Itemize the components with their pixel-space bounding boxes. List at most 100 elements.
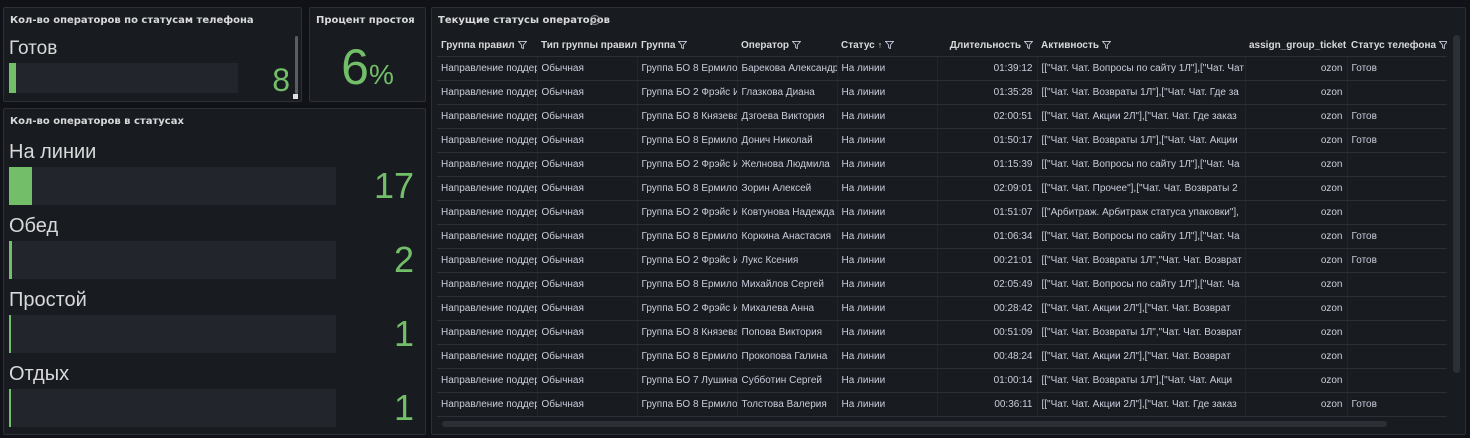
table-row[interactable]: Направление поддержкиОбычнаяГруппа БО 2 … [437,152,1447,177]
table-row[interactable]: Направление поддержкиОбычнаяГруппа БО 2 … [437,296,1447,321]
table-cell: Барекова Александра [736,56,837,81]
table-cell: На линии [836,296,937,321]
table-cell: На линии [836,80,937,105]
table-cell [1346,296,1447,321]
gauge-bar-online [9,167,336,205]
horizontal-scrollbar[interactable] [442,421,1387,427]
gauge-fill [9,167,32,205]
column-header-3[interactable]: Оператор [737,35,837,57]
table-cell [1346,368,1447,393]
table-cell: 02:09:01 [936,176,1037,201]
table-cell: Обычная [536,344,637,369]
table-cell: ozon [1244,128,1347,153]
table-cell: Донич Николай [736,128,837,153]
table-cell: Михалева Анна [736,296,837,321]
table-cell: [["Чат. Чат. Акции 2Л"],["Чат. Чат. Возв… [1036,344,1245,369]
panel-title: Процент простоя [316,15,415,26]
table-row[interactable]: Направление поддержкиОбычнаяГруппа БО 8 … [437,272,1447,297]
column-header-5[interactable]: Длительность [937,35,1037,57]
table-cell: Направление поддержки [437,320,537,345]
filter-icon[interactable] [1102,41,1112,50]
resize-handle[interactable] [293,94,298,99]
column-header-label: Группа [641,39,676,51]
table-cell: Обычная [536,320,637,345]
table-cell: Михайлов Сергей [736,272,837,297]
filter-icon[interactable] [885,41,895,50]
gauge-label-online: На линии [9,141,97,163]
table-cell: Группа БО 8 Ермилова [636,272,737,297]
filter-icon[interactable] [1439,41,1447,50]
table-cell: На линии [836,128,937,153]
table-cell: На линии [836,272,937,297]
table-cell: Группа БО 8 Ермилова [636,392,737,417]
filter-icon[interactable] [678,41,688,50]
column-header-8[interactable]: Статус телефона [1347,35,1447,57]
table-row[interactable]: Направление поддержкиОбычнаяГруппа БО 8 … [437,104,1447,129]
table-cell: На линии [836,104,937,129]
column-header-2[interactable]: Группа [637,35,737,57]
gauge-label-lunch: Обед [9,215,59,237]
table-cell: 01:06:34 [936,224,1037,249]
column-header-label: Статус телефона [1351,39,1437,51]
filter-icon[interactable] [517,41,527,50]
table-cell: [["Чат. Чат. Возвраты 1Л"],["Чат. Чат. Г… [1036,80,1245,105]
table-row[interactable]: Направление поддержкиОбычнаяГруппа БО 8 … [437,128,1447,153]
gauge-fill [9,389,11,427]
table-cell: [["Чат. Чат. Вопросы по сайту 1Л"],["Чат… [1036,56,1245,81]
table-cell [1346,152,1447,177]
table-cell: ozon [1244,224,1347,249]
vertical-scrollbar[interactable] [1453,35,1460,373]
table-cell: 02:00:51 [936,104,1037,129]
table-cell: Группа БО 2 Фрэйс Ирина [636,152,737,177]
table-cell: 00:51:09 [936,320,1037,345]
table-cell: Группа БО 8 Ермилова [636,176,737,201]
sort-arrow-icon[interactable]: ↑ [878,40,883,50]
table-cell: Направление поддержки [437,344,537,369]
table-cell: На линии [836,344,937,369]
table-row[interactable]: Направление поддержкиОбычнаяГруппа БО 2 … [437,80,1447,105]
table-cell: Зорин Алексей [736,176,837,201]
filter-icon[interactable] [1024,41,1033,50]
table-cell: ozon [1244,56,1347,81]
table-cell: [["Арбитраж. Арбитраж статуса упаковки"]… [1036,200,1245,225]
table-cell: Обычная [536,200,637,225]
table-cell: Обычная [536,80,637,105]
table-cell: Обычная [536,272,637,297]
phone-status-panel: Кол-во операторов по статусам телефона Г… [3,7,302,102]
table-cell: Направление поддержки [437,248,537,273]
gauge-value-lunch: 2 [393,239,414,280]
table-row[interactable]: Направление поддержкиОбычнаяГруппа БО 2 … [437,248,1447,273]
table-row[interactable]: Направление поддержкиОбычнаяГруппа БО 8 … [437,224,1447,249]
scrollbar[interactable] [295,36,298,94]
table-cell: ozon [1244,320,1347,345]
table-row[interactable]: Направление поддержкиОбычнаяГруппа БО 8 … [437,176,1447,201]
table-cell: 00:36:11 [936,392,1037,417]
table-row[interactable]: Направление поддержкиОбычнаяГруппа БО 2 … [437,200,1447,225]
table-cell: Направление поддержки [437,176,537,201]
column-header-4[interactable]: Статус ↑ [837,35,937,57]
table-cell: [["Чат. Чат. Акции 2Л"],["Чат. Чат. Где … [1036,392,1245,417]
filter-icon[interactable] [792,41,802,50]
column-header-7[interactable]: assign_group_ticket [1245,35,1347,57]
table-row[interactable]: Направление поддержкиОбычнаяГруппа БО 8 … [437,320,1447,345]
table-row[interactable]: Направление поддержкиОбычнаяГруппа БО 8 … [437,392,1447,417]
table-row[interactable]: Направление поддержкиОбычнаяГруппа БО 7 … [437,368,1447,393]
table-cell: ozon [1244,176,1347,201]
column-header-0[interactable]: Группа правил [437,35,537,57]
table-container[interactable]: Группа правил Тип группы правил Группа Опер… [437,35,1447,423]
table-cell: Группа БО 2 Фрэйс Ирина [636,200,737,225]
table-cell: Глазкова Диана [736,80,837,105]
panel-title: Текущие статусы операторов [438,15,610,26]
table-cell: Готов [1346,56,1447,81]
table-row[interactable]: Направление поддержкиОбычнаяГруппа БО 8 … [437,344,1447,369]
table-cell: 00:28:42 [936,296,1037,321]
table-cell: [["Чат. Чат. Возвраты 1Л","Чат. Чат. Воз… [1036,320,1245,345]
table-cell: ozon [1244,344,1347,369]
table-cell: [["Чат. Чат. Возвраты 1Л"],["Чат. Чат. А… [1036,368,1245,393]
table-cell: 01:51:07 [936,200,1037,225]
table-row[interactable]: Направление поддержкиОбычнаяГруппа БО 8 … [437,56,1447,81]
info-icon[interactable]: i [590,15,600,25]
column-header-1[interactable]: Тип группы правил [537,35,637,57]
column-header-6[interactable]: Активность [1037,35,1245,57]
idle-percent-panel: Процент простоя 6% [309,7,426,102]
